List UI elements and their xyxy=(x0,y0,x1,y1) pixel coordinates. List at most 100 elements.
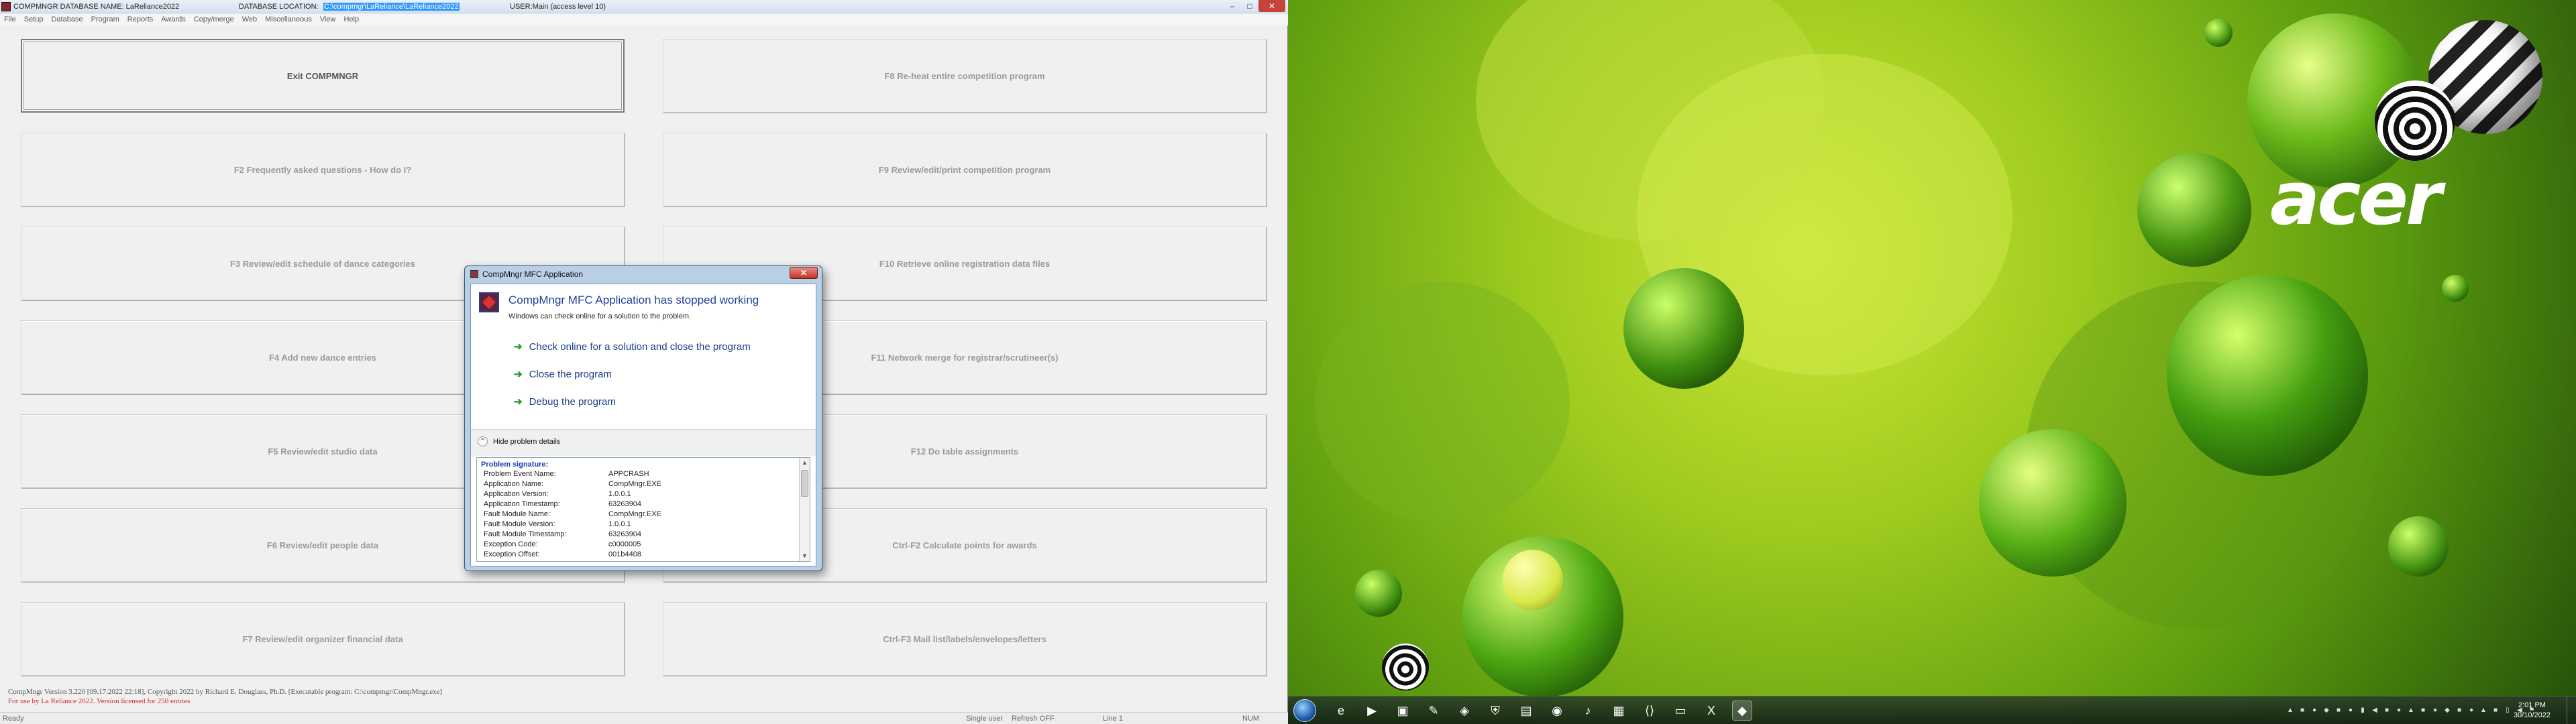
hide-details-label: Hide problem details xyxy=(493,437,561,446)
start-button[interactable] xyxy=(1293,699,1316,722)
signature-row: Problem Event Name: APPCRASH xyxy=(484,470,649,478)
tray-icon[interactable]: ■ xyxy=(2383,707,2391,715)
battery-icon[interactable]: ▯ xyxy=(2504,707,2512,715)
check-online-option[interactable]: ➔ Check online for a solution and close … xyxy=(514,341,751,353)
green-arrow-icon: ➔ xyxy=(514,396,523,408)
license-line: For use by La Reliance 2022. Version lic… xyxy=(8,697,191,705)
status-ready: Ready xyxy=(3,715,24,723)
signature-row: Fault Module Version: 1.0.0.1 xyxy=(484,520,631,528)
scroll-thumb[interactable] xyxy=(801,470,808,497)
tray-icon[interactable]: ● xyxy=(2310,707,2318,715)
desktop-wallpaper: acer xyxy=(1288,0,2576,724)
green-arrow-icon: ➔ xyxy=(514,369,523,380)
menu-copy-merge[interactable]: Copy/merge xyxy=(194,15,234,23)
signature-row: Exception Offset: 001b4408 xyxy=(484,550,641,558)
folder-icon[interactable]: ▭ xyxy=(1670,701,1690,721)
dialog-subtext: Windows can check online for a solution … xyxy=(508,312,692,320)
scroll-up-icon[interactable]: ▲ xyxy=(800,458,810,468)
minimize-button[interactable]: – xyxy=(1224,0,1241,12)
menu-setup[interactable]: Setup xyxy=(24,15,44,23)
tray-icon[interactable]: ■ xyxy=(2419,707,2427,715)
tray-icon[interactable]: ◆ xyxy=(2443,707,2451,715)
green-sphere xyxy=(1355,570,1402,617)
menu-help[interactable]: Help xyxy=(343,15,359,23)
f8-reheat-button[interactable]: F8 Re-heat entire competition program xyxy=(663,39,1267,113)
option-label: Debug the program xyxy=(529,396,616,408)
details-scrollbar[interactable]: ▲ ▼ xyxy=(799,458,810,561)
internet-explorer-icon[interactable]: e xyxy=(1331,701,1351,721)
acer-logo: acer xyxy=(2270,156,2442,241)
taskbar-clock[interactable]: 2:01 PM 30/10/2022 xyxy=(2514,701,2551,721)
dialog-close-button[interactable]: ✕ xyxy=(790,267,818,279)
menu-file[interactable]: File xyxy=(4,15,16,23)
menu-awards[interactable]: Awards xyxy=(161,15,185,23)
vscode-icon[interactable]: ⟨⟩ xyxy=(1640,701,1660,721)
tray-icon[interactable]: ▲ xyxy=(2479,707,2487,715)
signature-row: Exception Code: c0000005 xyxy=(484,540,641,548)
chevron-up-icon: ⌃ xyxy=(478,436,488,446)
status-refresh: Refresh OFF xyxy=(1012,715,1055,723)
status-line: Line 1 xyxy=(1103,715,1123,723)
tray-icon[interactable]: ◆ xyxy=(2322,707,2330,715)
problem-details-box[interactable]: Problem signature: Problem Event Name: AP… xyxy=(476,457,810,562)
signature-row: Fault Module Name: CompMngr.EXE xyxy=(484,510,661,518)
tray-icon[interactable]: ● xyxy=(2467,707,2475,715)
details-toggle-area: ⌃ Hide problem details xyxy=(471,429,816,456)
dialog-title-bar[interactable]: CompMngr MFC Application ✕ xyxy=(465,266,822,282)
app-icon[interactable]: ◈ xyxy=(1454,701,1474,721)
striped-sphere xyxy=(2375,80,2455,161)
app-icon[interactable]: ✎ xyxy=(1424,701,1444,721)
title-bar[interactable]: COMPMNGR DATABASE NAME: LaReliance2022 D… xyxy=(0,0,1288,13)
tray-icon[interactable]: ■ xyxy=(2455,707,2463,715)
f9-program-button[interactable]: F9 Review/edit/print competition program xyxy=(663,133,1267,206)
itunes-icon[interactable]: ♪ xyxy=(1578,701,1598,721)
hide-details-button[interactable]: ⌃ Hide problem details xyxy=(478,436,560,446)
maximize-button[interactable]: □ xyxy=(1241,0,1258,12)
green-sphere xyxy=(2167,275,2368,476)
tray-icon[interactable]: ■ xyxy=(2298,707,2306,715)
compmngr-taskbar-icon[interactable]: ◆ xyxy=(1732,701,1752,721)
signature-row: Application Timestamp: 63263904 xyxy=(484,500,641,508)
app-icon[interactable]: ▣ xyxy=(1393,701,1413,721)
menu-view[interactable]: View xyxy=(320,15,336,23)
green-sphere xyxy=(2442,275,2469,302)
close-button[interactable]: ✕ xyxy=(1258,0,1285,12)
menu-program[interactable]: Program xyxy=(91,15,119,23)
excel-icon[interactable]: X xyxy=(1701,701,1721,721)
menu-miscellaneous[interactable]: Miscellaneous xyxy=(265,15,312,23)
clock-date: 30/10/2022 xyxy=(2513,711,2551,719)
file-explorer-icon[interactable]: ▤ xyxy=(1516,701,1536,721)
title-database-name: COMPMNGR DATABASE NAME: LaReliance2022 xyxy=(13,3,180,11)
ctrl-f3-mail-button[interactable]: Ctrl-F3 Mail list/labels/envelopes/lette… xyxy=(663,602,1267,676)
menu-web[interactable]: Web xyxy=(242,15,257,23)
green-sphere xyxy=(2137,153,2251,267)
tray-icon[interactable]: ■ xyxy=(2334,707,2343,715)
debug-program-option[interactable]: ➔ Debug the program xyxy=(514,396,616,408)
exit-button[interactable]: Exit COMPMNGR xyxy=(21,39,625,113)
tray-icon[interactable]: ■ xyxy=(2491,707,2500,715)
tray-icon[interactable]: ● xyxy=(2431,707,2439,715)
tray-icon[interactable]: ▲ xyxy=(2286,707,2294,715)
status-num: NUM xyxy=(1242,715,1260,723)
f2-faq-button[interactable]: F2 Frequently asked questions - How do I… xyxy=(21,133,625,206)
media-player-icon[interactable]: ▶ xyxy=(1362,701,1382,721)
f7-financial-button[interactable]: F7 Review/edit organizer financial data xyxy=(21,602,625,676)
green-sphere xyxy=(1979,429,2127,577)
tray-icon[interactable]: ● xyxy=(2395,707,2403,715)
network-icon[interactable]: ▮ xyxy=(2359,707,2367,715)
show-desktop-button[interactable] xyxy=(2567,697,2576,724)
close-program-option[interactable]: ➔ Close the program xyxy=(514,368,612,381)
app-icon[interactable]: ▦ xyxy=(1609,701,1629,721)
scroll-down-icon[interactable]: ▼ xyxy=(800,551,810,561)
shield-icon[interactable]: ⛨ xyxy=(1485,701,1505,721)
green-sphere xyxy=(2204,19,2233,47)
menu-reports[interactable]: Reports xyxy=(127,15,154,23)
tray-icon[interactable]: ▲ xyxy=(2407,707,2415,715)
option-label: Check online for a solution and close th… xyxy=(529,341,751,353)
signature-row: Application Name: CompMngr.EXE xyxy=(484,480,661,488)
volume-icon[interactable]: ◀ xyxy=(2371,707,2379,715)
yellow-sphere xyxy=(1503,550,1563,610)
tray-icon[interactable]: ● xyxy=(2347,707,2355,715)
menu-database[interactable]: Database xyxy=(51,15,83,23)
chrome-icon[interactable]: ◉ xyxy=(1547,701,1567,721)
